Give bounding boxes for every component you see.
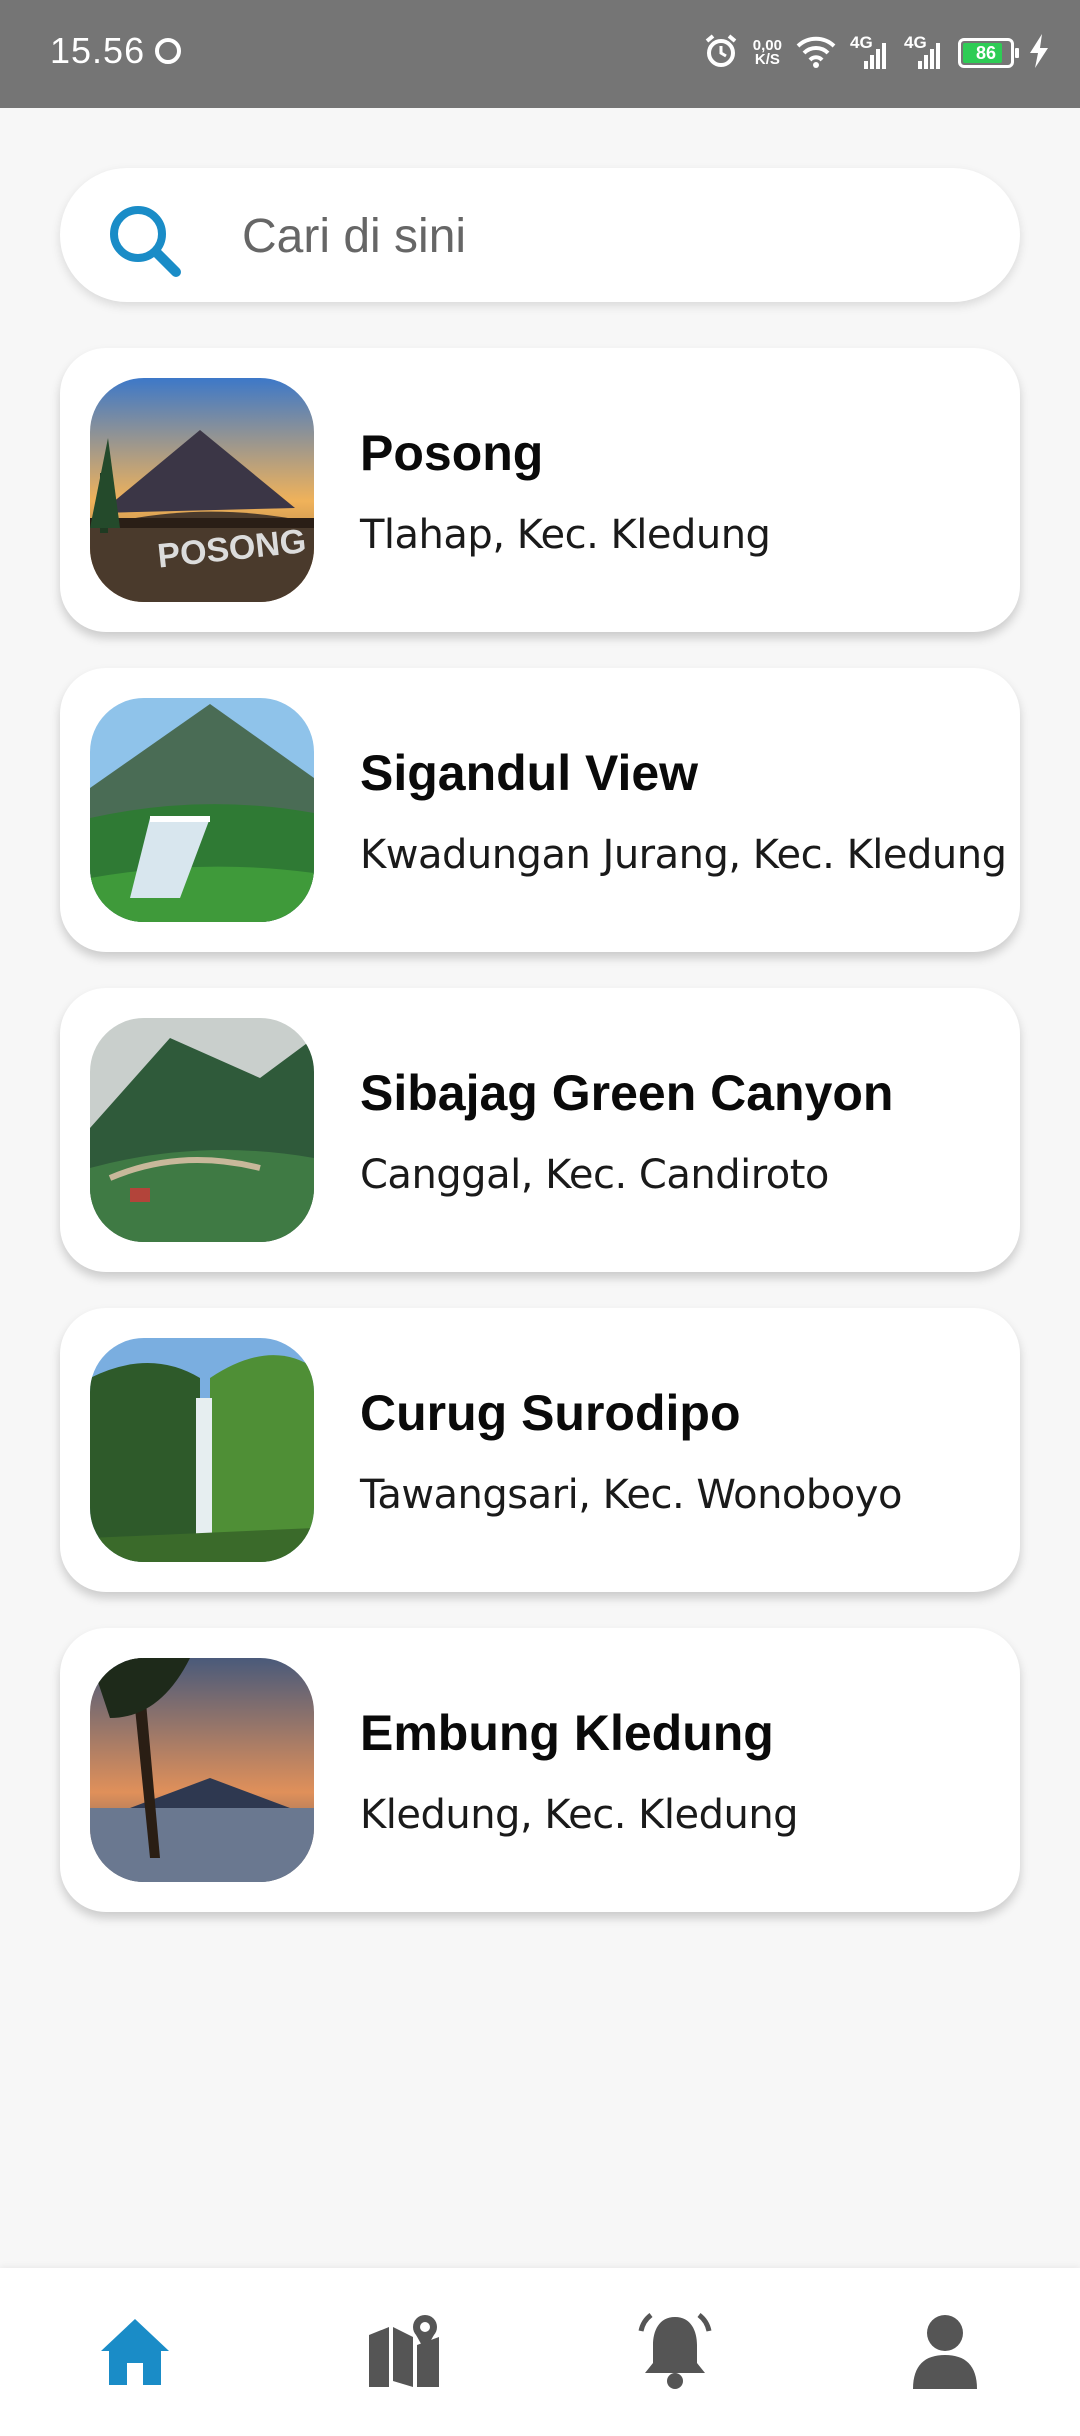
place-card[interactable]: Curug Surodipo Tawangsari, Kec. Wonoboyo — [60, 1308, 1020, 1592]
battery-icon: 86 — [958, 38, 1019, 68]
alarm-icon — [703, 33, 739, 74]
place-location: Kledung, Kec. Kledung — [360, 1792, 799, 1838]
place-thumbnail — [90, 1338, 314, 1562]
network-speed-unit: K/S — [754, 51, 780, 68]
place-card[interactable]: Embung Kledung Kledung, Kec. Kledung — [60, 1628, 1020, 1912]
signal-sim1-icon: 4G — [850, 33, 890, 73]
place-card[interactable]: Sigandul View Kwadungan Jurang, Kec. Kle… — [60, 668, 1020, 952]
status-time: 15.56 — [50, 30, 146, 71]
place-name: Sigandul View — [360, 745, 699, 801]
user-icon — [905, 2311, 985, 2396]
place-thumbnail: POSONG — [90, 378, 314, 602]
nav-notifications[interactable] — [630, 2308, 720, 2398]
place-location: Kwadungan Jurang, Kec. Kledung — [360, 832, 1007, 878]
wifi-icon — [796, 34, 836, 73]
nav-map[interactable] — [360, 2308, 450, 2398]
place-location: Canggal, Kec. Candiroto — [360, 1152, 829, 1198]
place-list: POSONG Posong Tlahap, Kec. Kledung Sigan… — [60, 348, 1020, 1948]
place-name: Embung Kledung — [360, 1705, 774, 1761]
place-card[interactable]: Sibajag Green Canyon Canggal, Kec. Candi… — [60, 988, 1020, 1272]
network-speed: 0,00 K/S — [753, 38, 782, 68]
place-name: Posong — [360, 425, 544, 481]
place-card[interactable]: POSONG Posong Tlahap, Kec. Kledung — [60, 348, 1020, 632]
status-icons: 0,00 K/S 4G 4G 86 — [703, 28, 1050, 78]
search-icon — [104, 200, 184, 280]
home-icon — [95, 2311, 175, 2396]
notification-face-icon — [155, 38, 181, 64]
place-name: Sibajag Green Canyon — [360, 1065, 894, 1121]
battery-level: 86 — [975, 42, 997, 63]
map-icon — [365, 2311, 445, 2396]
place-location: Tlahap, Kec. Kledung — [360, 512, 771, 558]
place-thumbnail — [90, 1658, 314, 1882]
place-thumbnail — [90, 698, 314, 922]
signal-sim2-icon: 4G — [904, 33, 944, 73]
bell-icon — [635, 2311, 715, 2396]
status-bar: 15.56 0,00 K/S 4G 4G 86 — [0, 0, 1080, 108]
nav-profile[interactable] — [900, 2308, 990, 2398]
place-name: Curug Surodipo — [360, 1385, 741, 1441]
bottom-navigation — [0, 2268, 1080, 2436]
place-location: Tawangsari, Kec. Wonoboyo — [360, 1472, 902, 1518]
search-input[interactable] — [240, 198, 984, 274]
search-bar[interactable] — [60, 168, 1020, 302]
place-thumbnail — [90, 1018, 314, 1242]
nav-home[interactable] — [90, 2308, 180, 2398]
charging-icon — [1028, 33, 1050, 73]
